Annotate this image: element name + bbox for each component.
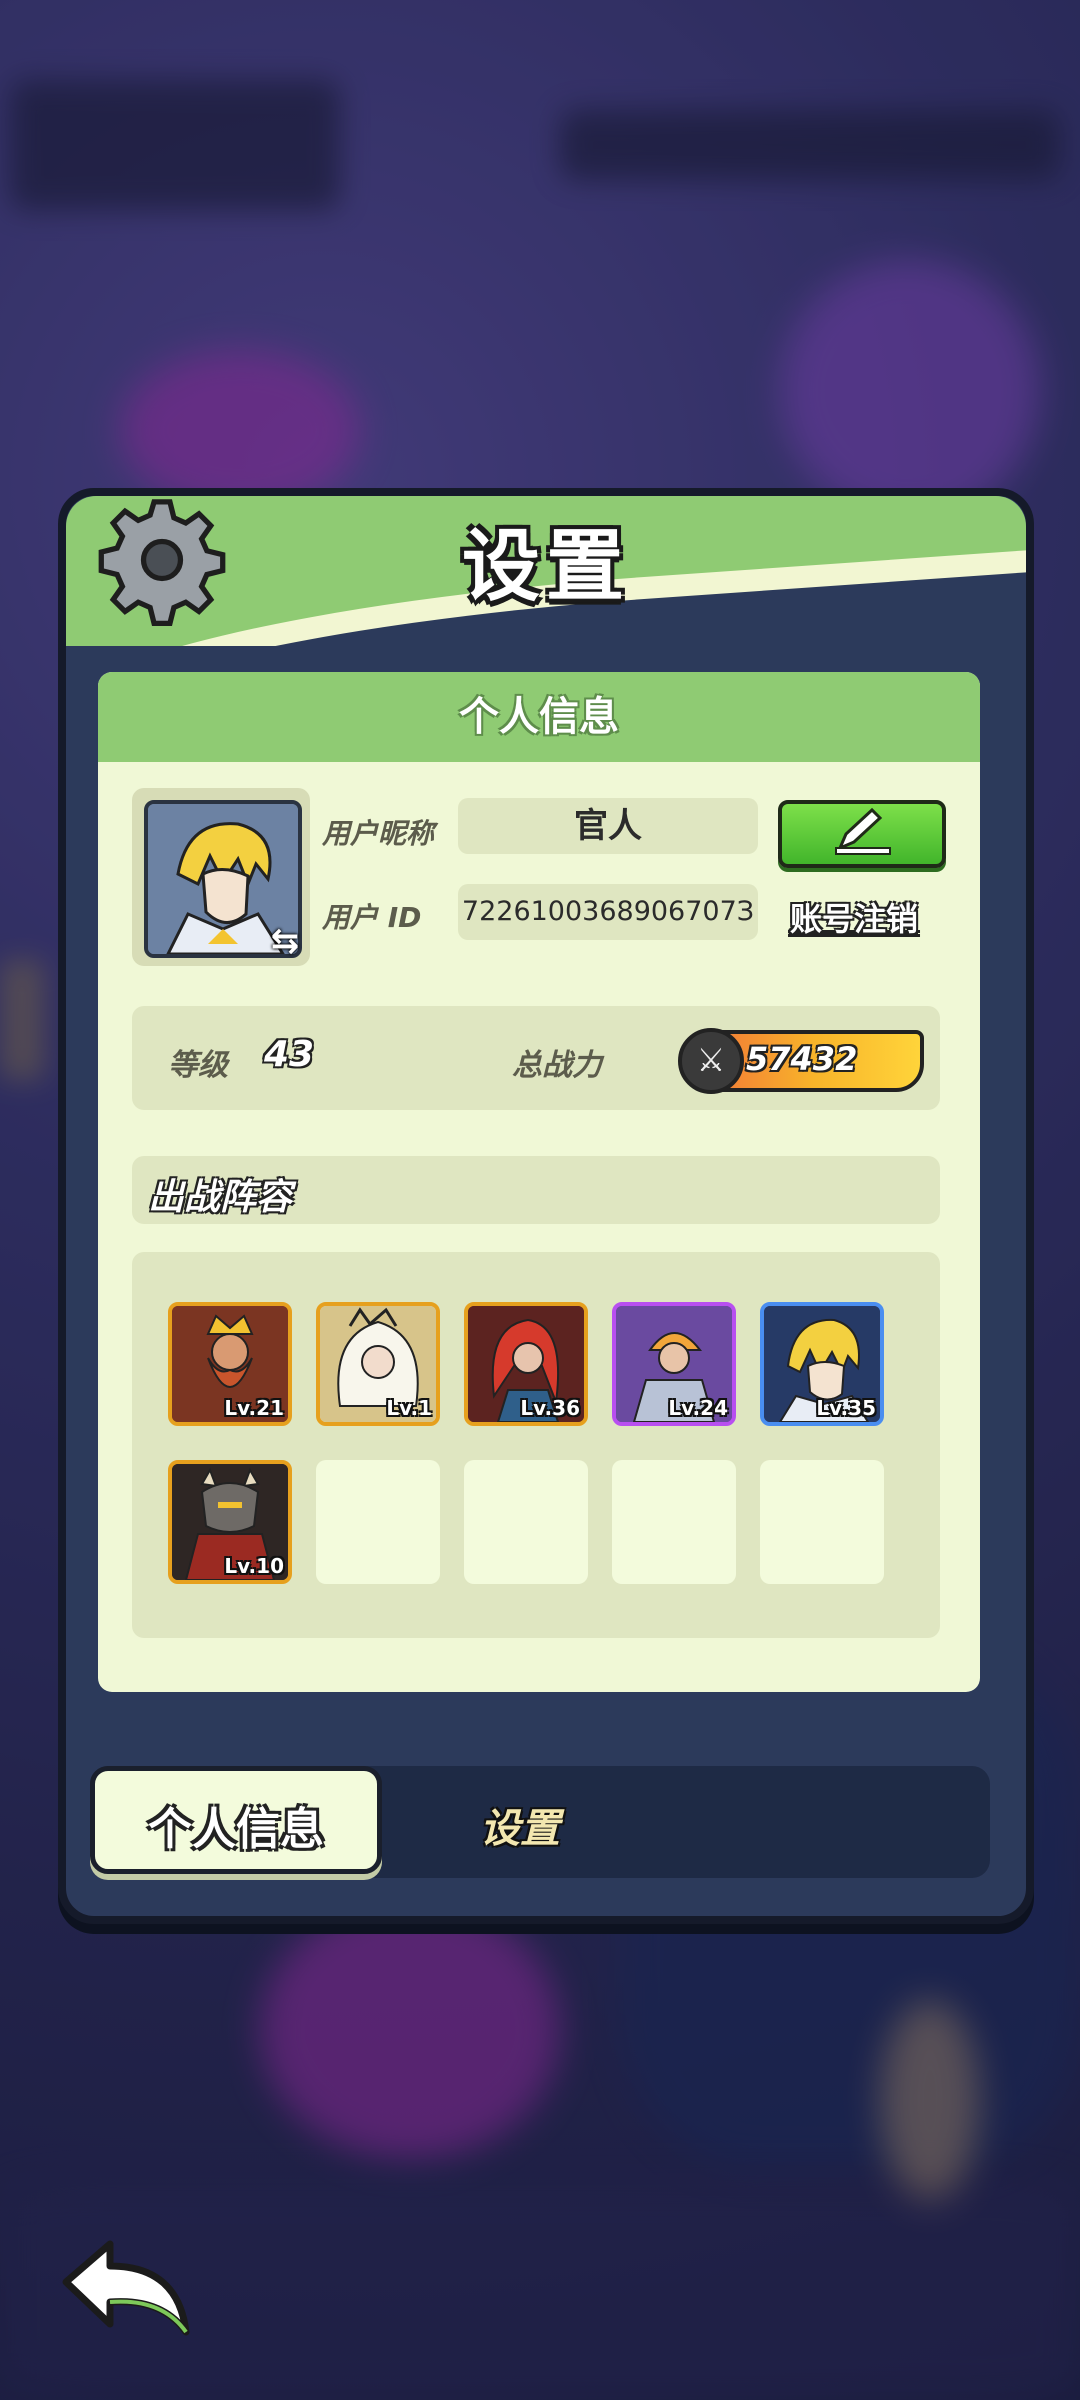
tab-settings[interactable]: 设置 xyxy=(480,1796,560,1854)
lineup-grid: Lv.21 Lv.1 Lv.36 Lv.24 Lv.35 Lv.10 xyxy=(132,1252,940,1638)
power-value: 57432 xyxy=(746,1040,858,1078)
hero-level: Lv.36 xyxy=(520,1396,580,1420)
pencil-icon xyxy=(835,807,891,855)
hero-slot-6[interactable]: Lv.10 xyxy=(168,1460,292,1584)
nickname-field: 官人 xyxy=(458,798,758,854)
empty-hero-slot[interactable] xyxy=(316,1460,440,1584)
hero-level: Lv.10 xyxy=(224,1554,284,1578)
edit-nickname-button[interactable] xyxy=(778,800,946,868)
crossed-swords-icon: ⚔ xyxy=(678,1028,744,1094)
lineup-title: 出战阵容 xyxy=(148,1177,293,1218)
power-label: 总战力 xyxy=(512,1048,602,1083)
swap-arrows-icon[interactable]: ⇆ xyxy=(264,920,306,962)
hero-slot-5[interactable]: Lv.35 xyxy=(760,1302,884,1426)
profile-content: 个人信息 ⇆ 用户昵称 官人 用户 ID 7226100368906707З 账… xyxy=(98,672,980,1692)
empty-hero-slot[interactable] xyxy=(464,1460,588,1584)
account-cancel-link[interactable]: 账号注销 xyxy=(790,894,918,940)
section-title: 个人信息 xyxy=(98,672,980,762)
panel-title: 设置 xyxy=(461,522,630,612)
hero-level: Lv.21 xyxy=(224,1396,284,1420)
panel-header: 设置 xyxy=(66,496,1026,646)
power-badge: ⚔ 57432 xyxy=(678,1028,924,1094)
hero-level: Lv.1 xyxy=(386,1396,432,1420)
tab-bar: 个人信息 设置 xyxy=(90,1766,990,1878)
avatar-frame[interactable]: ⇆ xyxy=(132,788,310,966)
settings-panel: 设置 个人信息 ⇆ 用户昵称 官人 用户 ID 7226100368906707… xyxy=(58,488,1034,1924)
back-arrow-icon[interactable] xyxy=(58,2236,194,2340)
empty-hero-slot[interactable] xyxy=(760,1460,884,1584)
level-label: 等级 xyxy=(168,1048,228,1083)
lineup-header: 出战阵容 xyxy=(132,1156,940,1224)
hero-slot-1[interactable]: Lv.21 xyxy=(168,1302,292,1426)
user-id-label: 用户 ID xyxy=(322,901,422,934)
hero-slot-3[interactable]: Lv.36 xyxy=(464,1302,588,1426)
hero-slot-4[interactable]: Lv.24 xyxy=(612,1302,736,1426)
tab-profile-label: 个人信息 xyxy=(148,1804,324,1855)
stats-bar: 等级 43 总战力 ⚔ 57432 xyxy=(132,1006,940,1110)
empty-hero-slot[interactable] xyxy=(612,1460,736,1584)
hero-level: Lv.24 xyxy=(668,1396,728,1420)
user-id-field: 7226100368906707З xyxy=(458,884,758,940)
hero-level: Lv.35 xyxy=(816,1396,876,1420)
hero-slot-2[interactable]: Lv.1 xyxy=(316,1302,440,1426)
level-value: 43 xyxy=(264,1034,315,1075)
tab-profile[interactable]: 个人信息 xyxy=(90,1766,382,1874)
nickname-label: 用户昵称 xyxy=(322,817,435,850)
